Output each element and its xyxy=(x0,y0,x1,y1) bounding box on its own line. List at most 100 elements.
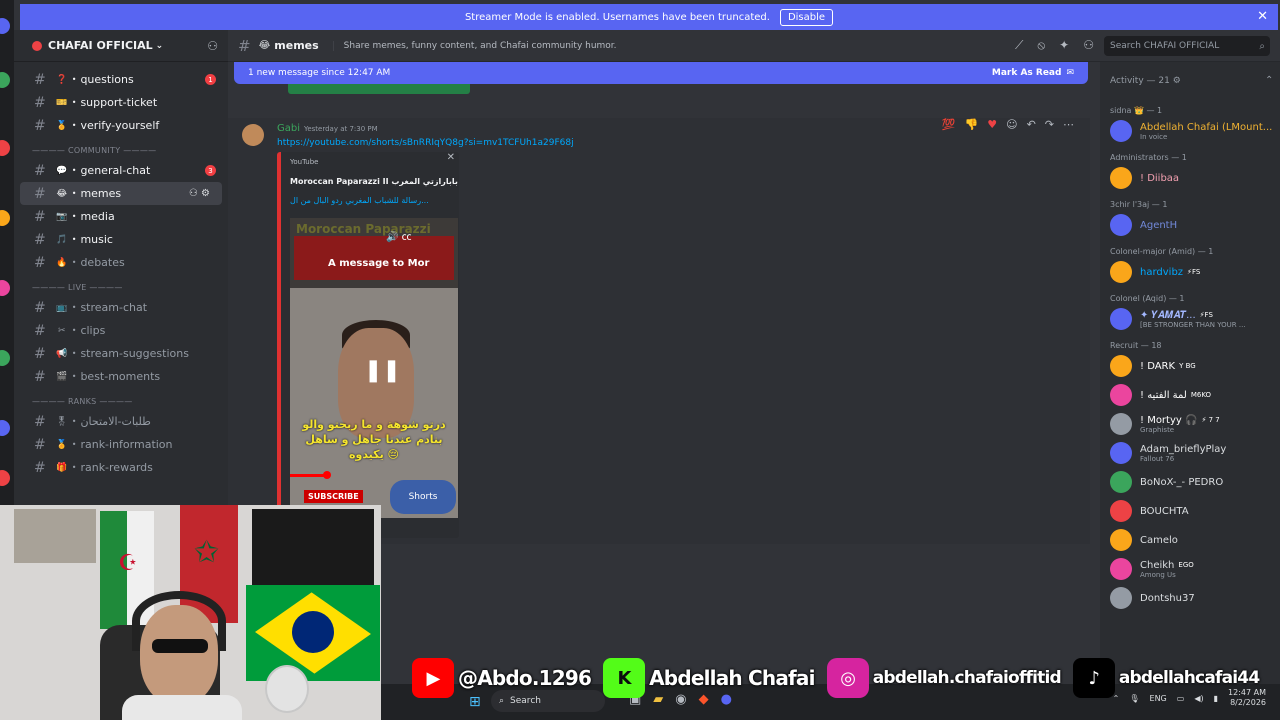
server-name: CHAFAI OFFICIAL xyxy=(48,39,153,52)
server-icon[interactable] xyxy=(0,470,10,486)
channel-item[interactable]: # 🏅 • rank-information xyxy=(14,433,228,456)
go-to-server-button[interactable] xyxy=(288,84,470,94)
new-messages-bar[interactable]: 1 new message since 12:47 AM Mark As Rea… xyxy=(234,62,1088,84)
close-icon[interactable]: ✕ xyxy=(447,152,455,163)
gear-icon[interactable]: ⚙ xyxy=(1173,76,1181,86)
server-icon[interactable] xyxy=(0,72,10,88)
separator-dot: • xyxy=(71,189,77,198)
channel-item[interactable]: # 🔥 • debates xyxy=(14,251,228,274)
channel-item[interactable]: # 📷 • media xyxy=(14,205,228,228)
server-icon[interactable] xyxy=(0,18,10,34)
embed-title[interactable]: Moroccan Paparazzi II بابارازتي المغرب xyxy=(290,177,458,186)
forward-icon[interactable]: ↷ xyxy=(1045,118,1054,131)
message-link[interactable]: https://youtube.com/shorts/sBnRRIqYQ8g?s… xyxy=(277,138,574,148)
server-icon[interactable] xyxy=(0,140,10,156)
mark-as-read-button[interactable]: Mark As Read xyxy=(992,68,1062,78)
channel-emoji: 🏅 xyxy=(56,120,68,131)
channel-item[interactable]: # 🎫 • support-ticket xyxy=(14,91,228,114)
server-icon[interactable] xyxy=(0,350,10,366)
pin-icon[interactable]: ✦ xyxy=(1059,38,1069,53)
member-item[interactable]: Abdellah Chafai (LMount... In voice xyxy=(1110,118,1278,144)
member-item[interactable]: Dontshu37 xyxy=(1110,585,1278,611)
server-header[interactable]: CHAFAI OFFICIAL ⌄ ⚇ xyxy=(14,30,228,62)
server-icon[interactable] xyxy=(0,280,10,296)
avatar xyxy=(1110,384,1132,406)
member-tag: ⚡ 7 7 xyxy=(1201,416,1220,424)
channel-item[interactable]: # 🎵 • music xyxy=(14,228,228,251)
member-item[interactable]: ! Mortyy 🎧 ⚡ 7 7 Graphiste xyxy=(1110,411,1278,437)
reaction-100-icon[interactable]: 💯 xyxy=(942,118,956,131)
channel-emoji: 📷 xyxy=(56,211,68,222)
channel-item[interactable]: # 🎬 • best-moments xyxy=(14,365,228,388)
volume-icon[interactable]: 🔊 ㏄ xyxy=(386,228,412,243)
member-list-icon[interactable]: ⚇ xyxy=(1083,38,1094,53)
channel-category[interactable]: ———— RANKS ———— xyxy=(14,388,228,410)
server-icon[interactable] xyxy=(0,210,10,226)
member-name: Adam_brieflyPlay xyxy=(1140,443,1227,455)
member-name: ! Diibaa xyxy=(1140,172,1180,184)
channel-category[interactable]: ———— COMMUNITY ———— xyxy=(14,137,228,159)
member-item[interactable]: ! لمة الفتيه M6KO xyxy=(1110,382,1278,408)
youtube-embed: YouTube ✕ Moroccan Paparazzi II بابارازت… xyxy=(277,152,459,538)
channel-category[interactable]: ———— LIVE ———— xyxy=(14,274,228,296)
member-item[interactable]: AgentH xyxy=(1110,212,1278,238)
member-item[interactable]: hardvibz ⚡FS xyxy=(1110,259,1278,285)
separator-dot: • xyxy=(71,98,77,107)
wall-poster xyxy=(14,509,96,563)
member-item[interactable]: BOUCHTA xyxy=(1110,498,1278,524)
video-progress-bar[interactable] xyxy=(290,474,327,477)
channel-name: clips xyxy=(80,324,106,337)
server-icon[interactable] xyxy=(0,420,10,436)
member-item[interactable]: ! DARK Y BG xyxy=(1110,353,1278,379)
channel-item[interactable]: # 🏅 • verify-yourself xyxy=(14,114,228,137)
hash-icon: # xyxy=(34,254,46,271)
channel-item[interactable]: # ✂ • clips xyxy=(14,319,228,342)
embed-provider[interactable]: YouTube xyxy=(290,158,318,166)
member-text: Camelo xyxy=(1140,535,1178,546)
member-text: BOUCHTA xyxy=(1140,506,1189,517)
notification-bell-icon[interactable]: ⦸ xyxy=(1037,38,1045,53)
chevron-up-icon[interactable]: ⌃ xyxy=(1265,75,1273,86)
avatar xyxy=(1110,167,1132,189)
channel-settings-icon[interactable]: ⚇ ⚙ xyxy=(189,188,210,199)
chevron-down-icon: ⌄ xyxy=(155,40,164,51)
channel-emoji: 📢 xyxy=(56,348,68,359)
message-actions: 💯 👎 ♥ ☺ ↶ ↷ ⋯ xyxy=(942,118,1074,131)
member-item[interactable]: Cheikh EGO Among Us xyxy=(1110,556,1278,582)
kick-handle: Abdellah Chafai xyxy=(649,666,815,690)
video-player[interactable]: Moroccan Paparazzi A message to Mor 🔊 ㏄ … xyxy=(290,218,458,518)
member-item[interactable]: Adam_brieflyPlay Fallout 76 xyxy=(1110,440,1278,466)
channel-item[interactable]: # 💬 • general-chat 3 xyxy=(14,159,228,182)
member-item[interactable]: BoNoX-_- PEDRO xyxy=(1110,469,1278,495)
reaction-thumbsdown-icon[interactable]: 👎 xyxy=(965,118,979,131)
close-icon[interactable]: ✕ xyxy=(1257,9,1268,24)
pause-icon[interactable]: ❚❚ xyxy=(364,358,401,383)
channel-name: memes xyxy=(80,187,122,200)
add-reaction-icon[interactable]: ☺ xyxy=(1006,118,1017,131)
activity-header[interactable]: Activity — 21 ⚙ ⌃ xyxy=(1110,75,1273,86)
member-item[interactable]: Camelo xyxy=(1110,527,1278,553)
reply-icon[interactable]: ↶ xyxy=(1027,118,1036,131)
reaction-heart-icon[interactable]: ♥ xyxy=(987,118,997,131)
avatar xyxy=(1110,500,1132,522)
member-item[interactable]: ✦ 𝒀𝑨𝑴𝑨𝑻... ⚡FS [BE STRONGER THAN YOUR ... xyxy=(1110,306,1278,332)
subscribe-button[interactable]: SUBSCRIBE xyxy=(304,490,363,503)
channel-item[interactable]: # 📢 • stream-suggestions xyxy=(14,342,228,365)
channel-item[interactable]: # ❓ • questions 1 xyxy=(14,68,228,91)
more-options-icon[interactable]: ⋯ xyxy=(1063,118,1074,131)
channel-item[interactable]: # 🎖 • طلبات-الامتحان xyxy=(14,410,228,433)
channel-item[interactable]: # 🎁 • rank-rewards xyxy=(14,456,228,479)
avatar[interactable] xyxy=(242,124,264,146)
disable-button[interactable]: Disable xyxy=(779,8,834,26)
video-progress-handle[interactable] xyxy=(322,471,331,479)
member-name-row: Adam_brieflyPlay xyxy=(1140,444,1226,455)
channel-item[interactable]: # 📺 • stream-chat xyxy=(14,296,228,319)
threads-icon[interactable]: ⟋ xyxy=(1015,38,1023,53)
search-input[interactable]: Search CHAFAI OFFICIAL ⌕ xyxy=(1104,36,1270,56)
hash-icon: # xyxy=(34,345,46,362)
message-author[interactable]: Gabi xyxy=(277,123,300,134)
hash-icon: # xyxy=(34,459,46,476)
member-item[interactable]: ! Diibaa xyxy=(1110,165,1278,191)
person-plus-icon[interactable]: ⚇ xyxy=(207,39,218,53)
channel-item[interactable]: # 😂 • memes ⚇ ⚙ xyxy=(20,182,222,205)
